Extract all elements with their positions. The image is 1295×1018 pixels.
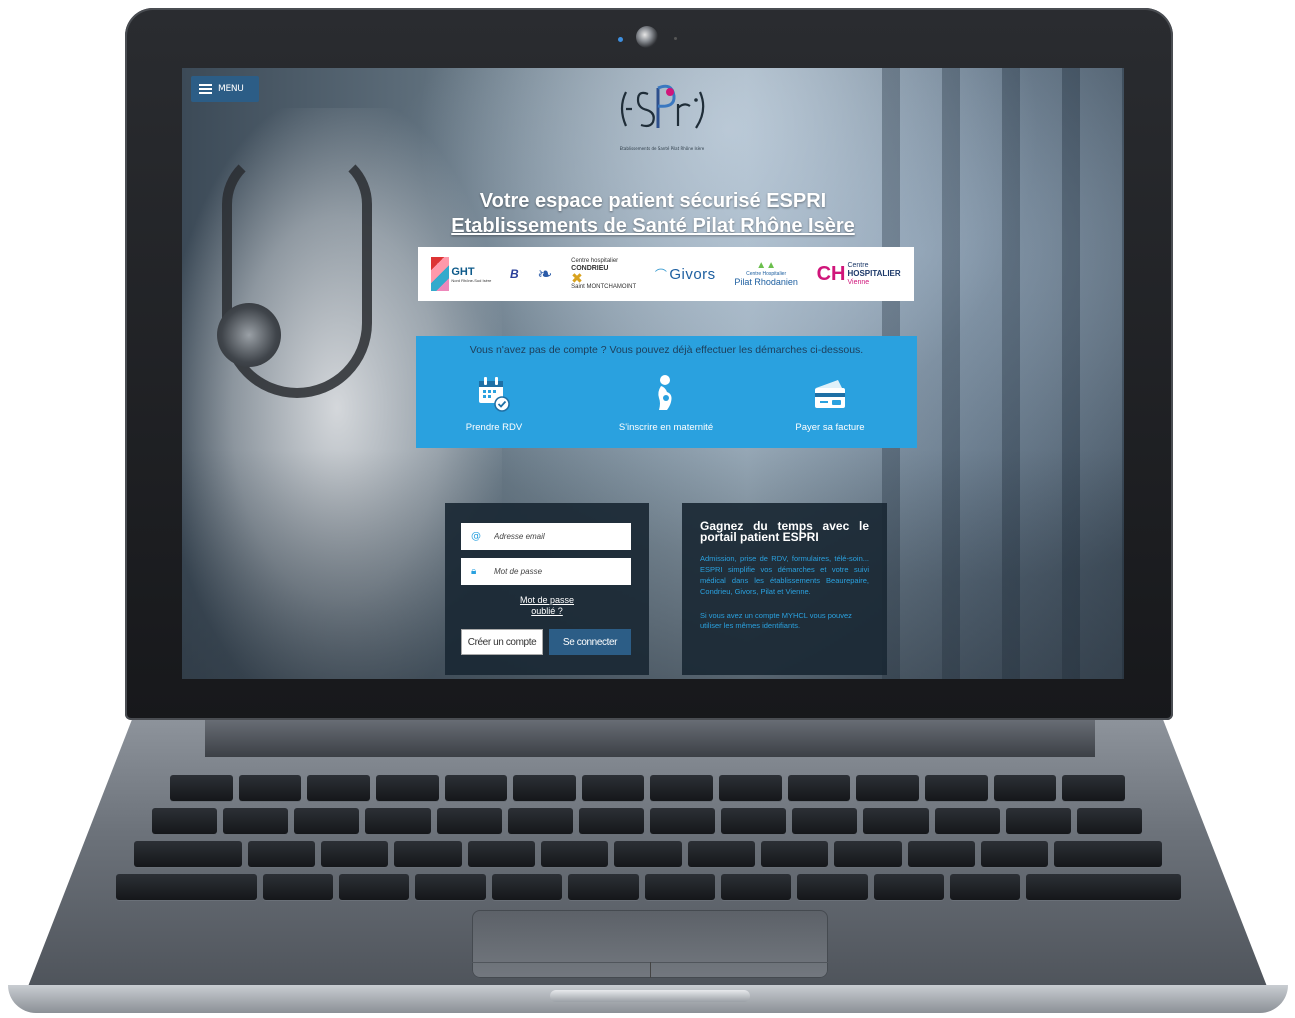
title-line-1: Votre espace patient sécurisé ESPRI	[479, 190, 827, 212]
givors-arc-icon: ⌒	[654, 267, 668, 282]
partner-logos: GHT Nord Rhône-Sud Isère B ❧ Centre hospi…	[418, 247, 914, 301]
ch-line2: HOSPITALIER	[847, 268, 901, 278]
condrieu-logo: Centre hospitalier CONDRIEU ✖ Saint MONT…	[571, 258, 636, 291]
create-account-button[interactable]: Créer un compte	[461, 629, 543, 655]
ght-logo: GHT Nord Rhône-Sud Isère	[431, 257, 491, 291]
email-field[interactable]: @	[461, 523, 631, 550]
pay-invoice-label: Payer sa facture	[795, 422, 865, 433]
info-title: Gagnez du temps avec le portail patient …	[700, 519, 869, 544]
pilat-logo: ▲▲ Centre Hospitalier Pilat Rhodanien	[734, 260, 798, 288]
maternity-signup-button[interactable]: S'inscrire en maternité	[586, 374, 746, 433]
menu-label: MENU	[218, 84, 244, 94]
beaurepaire-logo: B	[510, 267, 519, 281]
webcam-icon	[636, 26, 658, 48]
stethoscope-head	[217, 303, 281, 367]
camera-led	[618, 37, 623, 42]
login-button[interactable]: Se connecter	[549, 629, 631, 655]
condrieu-top: Centre hospitalier	[571, 257, 619, 264]
login-panel: @ 🔒︎ Mot de passe oublié ? Créer un comp…	[445, 503, 649, 675]
condrieu-mark-icon: ✖	[571, 269, 583, 286]
hamburger-icon	[199, 84, 212, 94]
ght-name: GHT	[451, 265, 475, 278]
calendar-check-icon	[479, 377, 510, 412]
quick-actions-title: Vous n'avez pas de compte ? Vous pouvez …	[469, 344, 864, 356]
at-icon: @	[471, 531, 481, 542]
pay-invoice-button[interactable]: Payer sa facture	[750, 374, 910, 433]
givors-name: Givors	[669, 265, 716, 283]
screen: MENU Etablissements de Santé Pilat Rhône…	[182, 68, 1124, 679]
email-input[interactable]	[492, 531, 616, 542]
book-appointment-button[interactable]: Prendre RDV	[414, 374, 574, 433]
fish-logo-icon: ❧	[537, 263, 553, 284]
espri-logo: Etablissements de Santé Pilat Rhône Isèr…	[607, 78, 717, 160]
espri-logo-mark	[620, 84, 705, 129]
password-input[interactable]	[492, 566, 616, 577]
background-shade	[182, 449, 1124, 679]
ch-line3: Vienne	[847, 278, 870, 286]
condrieu-sub: Saint MONTCHAMOINT	[571, 283, 637, 290]
logo-tagline: Etablissements de Santé Pilat Rhône Isèr…	[619, 146, 705, 151]
beaurepaire-mark: B	[510, 267, 519, 281]
forgot-password-link[interactable]: Mot de passe oublié ?	[445, 595, 649, 617]
keyboard	[100, 775, 1195, 915]
quick-actions-panel: Vous n'avez pas de compte ? Vous pouvez …	[416, 336, 917, 448]
forgot-line-2: oublié ?	[531, 606, 563, 616]
ght-sub: Nord Rhône-Sud Isère	[451, 277, 492, 283]
info-panel: Gagnez du temps avec le portail patient …	[682, 503, 887, 675]
ch-mark: CH	[816, 262, 846, 285]
pregnant-icon	[658, 375, 672, 410]
ght-badge-icon	[431, 257, 450, 291]
laptop-notch	[550, 990, 750, 1002]
menu-button[interactable]: MENU	[191, 76, 259, 102]
title-line-2: Etablissements de Santé Pilat Rhône Isèr…	[451, 215, 855, 237]
laptop-hinge	[205, 717, 1095, 757]
book-appointment-label: Prendre RDV	[465, 422, 523, 433]
info-text: Admission, prise de RDV, formulaires, té…	[700, 554, 869, 596]
forgot-line-1: Mot de passe	[519, 595, 575, 605]
mountain-icon: ▲▲	[756, 260, 777, 271]
sensor-dot	[674, 37, 677, 40]
info-text-myhcl: Si vous avez un compte MYHCL vous pouvez…	[700, 611, 852, 630]
credit-card-icon	[815, 380, 845, 408]
page-title: Votre espace patient sécurisé ESPRI Etab…	[182, 189, 1124, 239]
password-field[interactable]: 🔒︎	[461, 558, 631, 585]
ch-vienne-logo: CH Centre HOSPITALIER Vienne	[817, 262, 901, 287]
maternity-signup-label: S'inscrire en maternité	[618, 422, 714, 433]
touchpad	[472, 910, 828, 978]
pilat-name: Pilat Rhodanien	[734, 277, 798, 287]
lock-icon: 🔒︎	[471, 566, 477, 577]
givors-logo: ⌒ Givors	[655, 266, 716, 283]
